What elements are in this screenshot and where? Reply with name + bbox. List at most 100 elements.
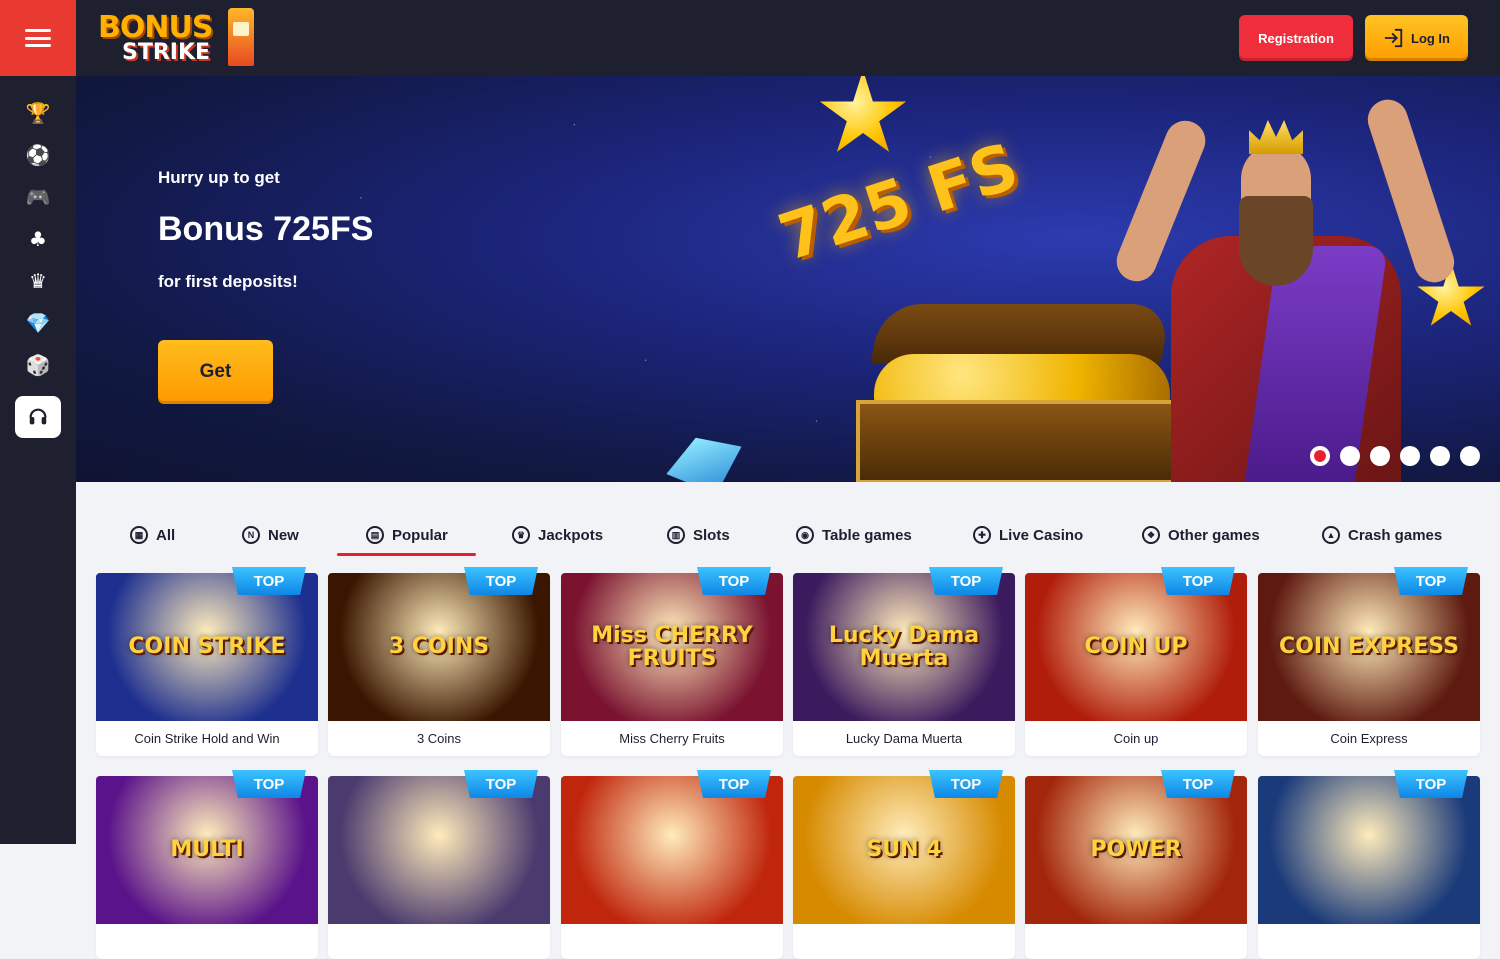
tab-label: Table games	[822, 526, 912, 544]
new-icon: N	[242, 526, 260, 544]
game-thumbnail[interactable]: POWER	[1025, 776, 1247, 924]
tab-label: Crash games	[1348, 526, 1443, 544]
game-card[interactable]: TOP	[328, 770, 550, 959]
game-card[interactable]: TOP	[561, 770, 783, 959]
sidebar: 🏆 ⚽ 🎮 ♣ ♛ 💎 🎲	[0, 0, 76, 844]
top-badge: TOP	[929, 567, 1003, 595]
bonus-strike-logo[interactable]: BONUS STRIKE	[96, 8, 266, 68]
tab-label: Other games	[1168, 526, 1260, 544]
active-tab-underline	[337, 553, 476, 556]
game-title[interactable]: Miss Cherry Fruits	[561, 721, 783, 756]
game-card[interactable]: 3 COINS 3 Coins TOP	[328, 567, 550, 756]
top-badge: TOP	[1161, 770, 1235, 798]
game-art-text: COIN EXPRESS	[1279, 634, 1459, 660]
support-button[interactable]	[15, 396, 61, 438]
login-label: Log In	[1411, 30, 1450, 46]
trophy-icon[interactable]: 🏆	[18, 92, 58, 134]
top-header: BONUS STRIKE Registration Log In	[76, 0, 1500, 76]
top-badge: TOP	[232, 567, 306, 595]
king-beard	[1239, 196, 1313, 286]
game-thumbnail[interactable]: 3 COINS	[328, 573, 550, 721]
tab-crash-games[interactable]: ▲ Crash games	[1322, 520, 1442, 550]
slot-machine-icon	[228, 8, 254, 66]
game-art-text: 3 COINS	[388, 634, 490, 660]
tab-live-casino[interactable]: ✚ Live Casino	[973, 520, 1083, 550]
top-badge: TOP	[697, 567, 771, 595]
dice-icon[interactable]: 🎲	[18, 344, 58, 386]
tab-slots[interactable]: ▥ Slots	[667, 520, 730, 550]
top-badge: TOP	[1394, 770, 1468, 798]
login-button[interactable]: Log In	[1365, 15, 1468, 61]
registration-button[interactable]: Registration	[1239, 15, 1353, 61]
game-thumbnail[interactable]: COIN EXPRESS	[1258, 573, 1480, 721]
game-art-text: POWER	[1090, 837, 1182, 863]
game-card[interactable]: COIN STRIKE Coin Strike Hold and Win TOP	[96, 567, 318, 756]
carousel-dot[interactable]	[1400, 446, 1420, 466]
tab-label: Live Casino	[999, 526, 1084, 544]
king-crown	[1249, 120, 1303, 154]
game-title[interactable]: Coin Strike Hold and Win	[96, 721, 318, 756]
grid-icon: ▦	[130, 526, 148, 544]
tab-all[interactable]: ▦ All	[130, 520, 175, 550]
chip-icon: ◉	[796, 526, 814, 544]
crown-icon[interactable]: ♛	[18, 260, 58, 302]
treasure-chest-art	[856, 304, 1186, 482]
game-thumbnail[interactable]: SUN 4	[793, 776, 1015, 924]
tab-table-games[interactable]: ◉ Table games	[796, 520, 912, 550]
tab-other-games[interactable]: ❖ Other games	[1142, 520, 1260, 550]
hamburger-icon	[25, 29, 51, 47]
banner-title: Bonus 725FS	[158, 210, 374, 248]
game-thumbnail[interactable]: MULTI	[96, 776, 318, 924]
menu-button[interactable]	[0, 0, 76, 76]
carousel-dot[interactable]	[1460, 446, 1480, 466]
game-thumbnail[interactable]: COIN STRIKE	[96, 573, 318, 721]
live-icon: ✚	[973, 526, 991, 544]
game-art-text: Lucky Dama Muerta	[828, 622, 980, 671]
game-thumbnail[interactable]: Miss CHERRY FRUITS	[561, 573, 783, 721]
diamond-icon[interactable]: 💎	[18, 302, 58, 344]
top-badge: TOP	[464, 770, 538, 798]
game-title[interactable]: Lucky Dama Muerta	[793, 721, 1015, 756]
game-card[interactable]: Miss CHERRY FRUITS Miss Cherry Fruits TOP	[561, 567, 783, 756]
tab-new[interactable]: N New	[242, 520, 299, 550]
gamepad-icon[interactable]: 🎮	[18, 176, 58, 218]
game-title[interactable]: Coin up	[1025, 721, 1247, 756]
game-title[interactable]: Coin Express	[1258, 721, 1480, 756]
game-card[interactable]: POWER TOP	[1025, 770, 1247, 959]
top-badge: TOP	[464, 567, 538, 595]
tab-label: New	[268, 526, 299, 544]
chest-gold	[874, 354, 1170, 404]
game-card[interactable]: TOP	[1258, 770, 1480, 959]
logo-text-strike: STRIKE	[122, 40, 211, 65]
get-bonus-button[interactable]: Get	[158, 340, 273, 404]
game-thumbnail[interactable]	[561, 776, 783, 924]
game-thumbnail[interactable]: COIN UP	[1025, 573, 1247, 721]
game-card[interactable]: Lucky Dama Muerta Lucky Dama Muerta TOP	[793, 567, 1015, 756]
carousel-dot[interactable]	[1430, 446, 1450, 466]
tab-popular[interactable]: ▤ Popular	[366, 520, 448, 550]
game-card[interactable]: SUN 4 TOP	[793, 770, 1015, 959]
clover-icon[interactable]: ♣	[18, 218, 58, 260]
carousel-dots	[1310, 446, 1480, 466]
carousel-dot[interactable]	[1310, 446, 1330, 466]
top-badge: TOP	[1394, 567, 1468, 595]
game-thumbnail[interactable]	[328, 776, 550, 924]
soccer-ball-icon[interactable]: ⚽	[18, 134, 58, 176]
game-thumbnail[interactable]: Lucky Dama Muerta	[793, 573, 1015, 721]
carousel-dot[interactable]	[1370, 446, 1390, 466]
top-badge: TOP	[929, 770, 1003, 798]
jackpot-crown-icon: ♛	[512, 526, 530, 544]
chest-box	[856, 400, 1186, 482]
promo-banner: 725 FS Hurry up to get Bonus 725FS for f…	[76, 76, 1500, 482]
game-card[interactable]: COIN EXPRESS Coin Express TOP	[1258, 567, 1480, 756]
game-thumbnail[interactable]	[1258, 776, 1480, 924]
game-art-text: MULTI	[170, 837, 244, 863]
carousel-dot[interactable]	[1340, 446, 1360, 466]
game-card[interactable]: MULTI TOP	[96, 770, 318, 959]
game-title[interactable]: 3 Coins	[328, 721, 550, 756]
tab-jackpots[interactable]: ♛ Jackpots	[512, 520, 603, 550]
game-art-text: COIN UP	[1084, 634, 1188, 660]
banner-kicker: Hurry up to get	[158, 168, 280, 187]
tab-label: Popular	[392, 526, 448, 544]
game-card[interactable]: COIN UP Coin up TOP	[1025, 567, 1247, 756]
